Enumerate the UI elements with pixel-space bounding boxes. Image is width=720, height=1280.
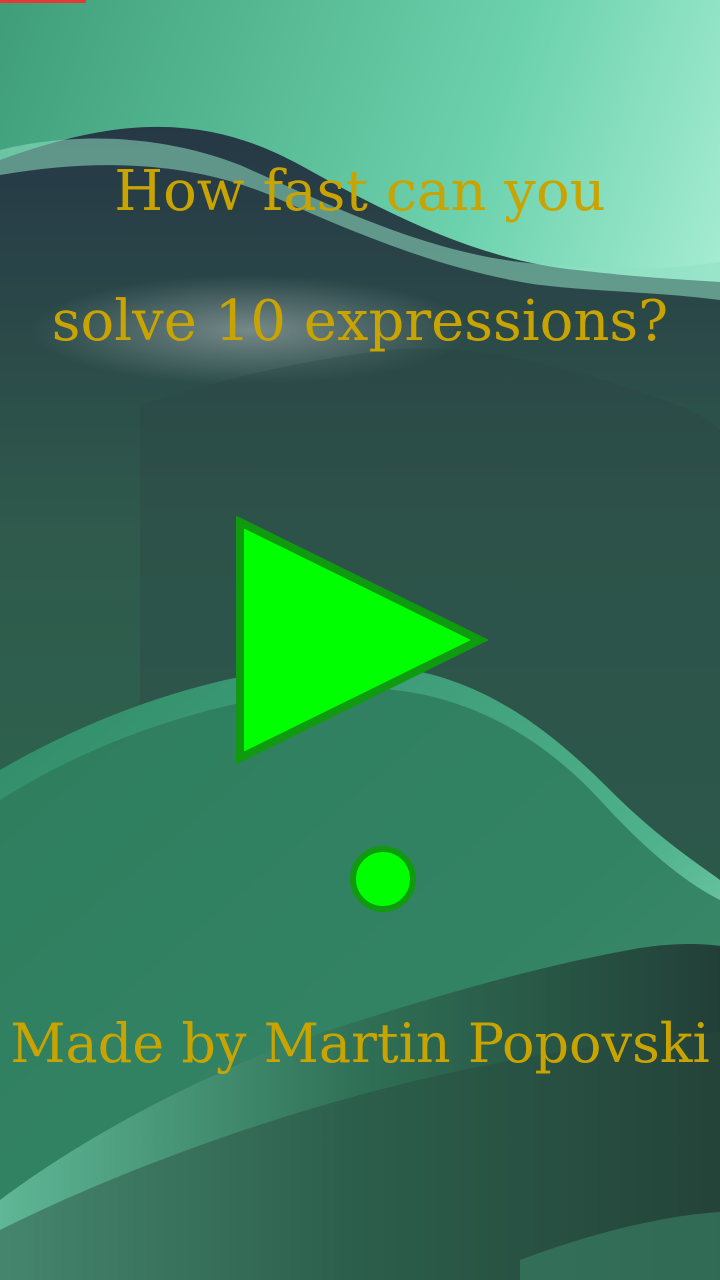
play-triangle-icon xyxy=(236,515,490,765)
circle-button[interactable] xyxy=(346,842,420,916)
title-line-1: How fast can you xyxy=(114,159,606,224)
credit-text: Made by Martin Popovski xyxy=(10,1012,710,1075)
game-menu-screen: How fast can you solve 10 expressions? M… xyxy=(0,0,720,1280)
title-line-2: solve 10 expressions? xyxy=(51,289,669,354)
top-indicator xyxy=(0,0,86,3)
circle-icon xyxy=(350,846,416,912)
play-button[interactable] xyxy=(226,508,496,772)
